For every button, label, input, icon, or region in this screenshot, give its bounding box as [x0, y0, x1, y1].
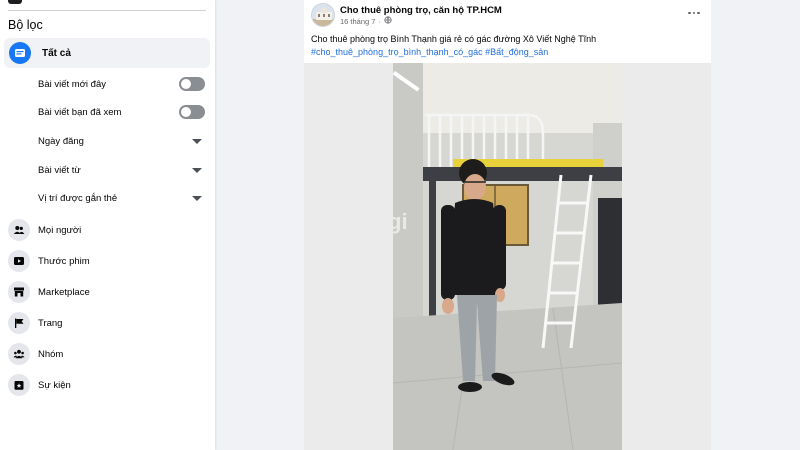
sidebar-item-groups[interactable]: Nhóm — [8, 342, 208, 366]
filter-recent-posts[interactable]: Bài viết mới đây — [38, 74, 208, 94]
post-header: Cho thuê phòng trọ, căn hộ TP.HCM 16 thá… — [304, 0, 711, 30]
sidebar-item-label: Sự kiện — [38, 379, 71, 391]
filter-recent-posts-label: Bài viết mới đây — [38, 78, 107, 90]
recent-posts-toggle[interactable] — [179, 77, 205, 91]
meta-separator: · — [378, 16, 381, 26]
filter-posts-from[interactable]: Bài viết từ — [38, 160, 208, 180]
sidebar-item-label: Thước phim — [38, 255, 90, 267]
filter-seen-posts[interactable]: Bài viết bạn đã xem — [38, 102, 208, 122]
post-photo-container[interactable]: mogi — [304, 63, 711, 450]
sidebar-item-label: Marketplace — [38, 286, 90, 298]
post-date[interactable]: 16 tháng 7 — [340, 17, 375, 26]
post-text: Cho thuê phòng trọ Bình Thạnh giá rẻ có … — [311, 34, 597, 44]
hashtag-link[interactable]: #Bất_động_sản — [485, 47, 548, 57]
post-meta: 16 tháng 7 · — [340, 16, 392, 26]
more-options-icon[interactable] — [685, 6, 703, 20]
post-hashtags: #cho_thuê_phòng_trọ_bình_thạnh_có_gác #B… — [311, 47, 548, 57]
filter-posts-from-label: Bài viết từ — [38, 164, 81, 176]
filter-all-item[interactable]: Tất cả — [4, 38, 210, 68]
chevron-down-icon — [192, 138, 202, 144]
search-result-post: Cho thuê phòng trọ, căn hộ TP.HCM 16 thá… — [304, 0, 711, 450]
search-filter-sidebar: Bộ lọc Tất cả Bài viết mới đây Bài viết … — [0, 0, 215, 450]
sidebar-item-label: Nhóm — [38, 348, 64, 360]
seen-posts-toggle[interactable] — [179, 105, 205, 119]
sidebar-item-marketplace[interactable]: Marketplace — [8, 280, 208, 304]
page-name-link[interactable]: Cho thuê phòng trọ, căn hộ TP.HCM — [340, 5, 502, 16]
globe-icon — [384, 16, 392, 26]
header-fragment — [8, 0, 22, 4]
sidebar-item-label: Mọi người — [38, 224, 82, 236]
chevron-down-icon — [192, 195, 202, 201]
people-icon — [8, 219, 30, 241]
sidebar-item-pages[interactable]: Trang — [8, 311, 208, 335]
all-results-icon — [9, 42, 31, 64]
chevron-down-icon — [192, 167, 202, 173]
photo-watermark: mogi — [393, 209, 408, 234]
reels-icon — [8, 250, 30, 272]
hashtag-link[interactable]: #cho_thuê_phòng_trọ_bình_thạnh_có_gác — [311, 47, 483, 57]
page-background-right — [711, 0, 800, 450]
sidebar-item-reels[interactable]: Thước phim — [8, 249, 208, 273]
flag-icon — [8, 312, 30, 334]
sidebar-item-events[interactable]: Sự kiện — [8, 373, 208, 397]
filter-date-posted-label: Ngày đăng — [38, 135, 84, 147]
sidebar-item-people[interactable]: Mọi người — [8, 218, 208, 242]
filter-date-posted[interactable]: Ngày đăng — [38, 131, 208, 151]
calendar-star-icon — [8, 374, 30, 396]
filter-title: Bộ lọc — [8, 18, 43, 32]
filter-seen-posts-label: Bài viết bạn đã xem — [38, 106, 122, 118]
page-avatar[interactable] — [311, 3, 335, 27]
filter-tagged-location[interactable]: Vị trí được gắn thẻ — [38, 188, 208, 208]
post-photo[interactable]: mogi — [393, 63, 622, 450]
filter-all-label: Tất cả — [42, 47, 71, 59]
marketplace-icon — [8, 281, 30, 303]
filter-tagged-location-label: Vị trí được gắn thẻ — [38, 192, 118, 204]
sidebar-divider — [8, 10, 206, 11]
groups-icon — [8, 343, 30, 365]
sidebar-item-label: Trang — [38, 317, 63, 329]
